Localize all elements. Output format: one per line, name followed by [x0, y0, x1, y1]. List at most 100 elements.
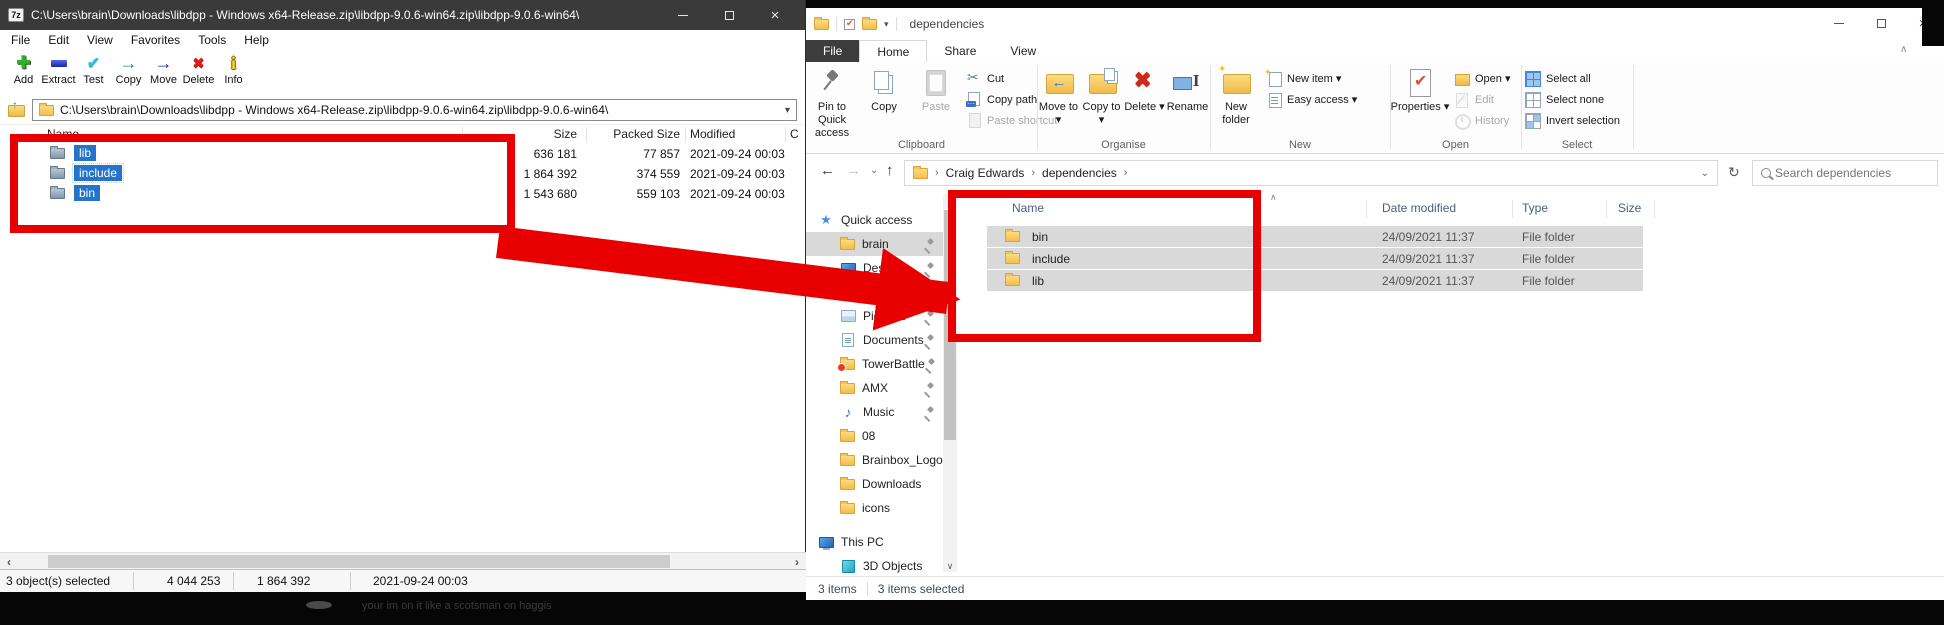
ribbon-tab[interactable]: Home	[859, 40, 927, 62]
file-row-name[interactable]: lib	[1032, 274, 1044, 288]
menu-item[interactable]: File	[2, 33, 39, 47]
ribbon-big-button[interactable]: Copy to ▾	[1080, 65, 1123, 127]
ribbon-big-button[interactable]: New folder	[1210, 65, 1262, 127]
address-input[interactable]: C:\Users\brain\Downloads\libdpp - Window…	[32, 99, 797, 121]
forward-icon[interactable]: →	[846, 162, 861, 179]
search-input[interactable]	[1775, 166, 1905, 180]
column-divider[interactable]	[462, 127, 463, 142]
column-divider[interactable]	[1512, 200, 1513, 218]
sidebar-item[interactable]: AMX	[806, 376, 943, 400]
toolbar-button[interactable]: Delete	[181, 52, 216, 86]
column-divider[interactable]	[685, 127, 686, 142]
scroll-left-icon[interactable]: ‹	[1, 554, 17, 569]
menu-item[interactable]: View	[78, 33, 122, 47]
file-row-name[interactable]: bin	[1032, 230, 1048, 244]
search-box[interactable]	[1752, 160, 1938, 186]
ribbon-big-button[interactable]: Delete ▾	[1123, 65, 1166, 127]
sidebar-item[interactable]: icons	[806, 496, 943, 520]
minimize-button[interactable]	[660, 0, 706, 30]
close-button[interactable]: ×	[752, 0, 798, 30]
sidebar-item[interactable]: 08	[806, 424, 943, 448]
column-header-name[interactable]: Name	[47, 127, 79, 141]
ribbon-small-button[interactable]: Select all	[1525, 69, 1620, 88]
sidebar-item[interactable]: Desktop	[806, 256, 943, 280]
column-header-date-modified[interactable]: Date modified	[1382, 201, 1456, 215]
ribbon-small-button[interactable]: History	[1454, 111, 1511, 130]
ribbon-small-button[interactable]: New item ▾	[1266, 69, 1357, 88]
sidebar-item[interactable]: Brainbox_Logo	[806, 448, 943, 472]
sidebar-item[interactable]: Downloads	[806, 280, 943, 304]
file-row-name[interactable]: include	[1032, 252, 1070, 266]
column-header-packed-size[interactable]: Packed Size	[580, 127, 680, 141]
sidebar-item[interactable]: Documents	[806, 328, 943, 352]
scrollbar-thumb[interactable]	[48, 555, 670, 568]
sidebar-item[interactable]: Downloads	[806, 472, 943, 496]
explorer-titlebar[interactable]: ▾ dependencies ×	[806, 8, 1944, 40]
archive-row-name[interactable]: include	[74, 165, 122, 181]
sidebar-scrollbar[interactable]: ∧ ∨	[943, 194, 957, 572]
ribbon-small-button[interactable]: Edit	[1454, 90, 1511, 109]
ribbon-big-button[interactable]: Copy	[858, 65, 910, 140]
column-divider[interactable]	[1606, 200, 1607, 218]
column-divider[interactable]	[785, 127, 786, 142]
column-header-name[interactable]: Name	[1012, 201, 1044, 215]
properties-check-icon[interactable]	[844, 19, 855, 30]
toolbar-button[interactable]: Copy	[111, 52, 146, 86]
archive-row[interactable]: include 1 864 392 374 559 2021-09-24 00:…	[0, 164, 805, 184]
address-dropdown-icon[interactable]: ⌄	[1701, 168, 1709, 179]
horizontal-scrollbar[interactable]: ‹ ›	[0, 552, 806, 569]
column-divider[interactable]	[1366, 200, 1367, 218]
breadcrumb-item[interactable]: Craig Edwards	[946, 166, 1025, 180]
ribbon-big-button[interactable]: Pin to Quick access	[806, 65, 858, 140]
sidebar-item[interactable]: TowerBattle	[806, 352, 943, 376]
column-divider[interactable]	[1654, 200, 1655, 218]
back-icon[interactable]: ←	[820, 162, 835, 179]
scrollbar-thumb[interactable]	[944, 210, 956, 440]
menu-item[interactable]: Tools	[189, 33, 235, 47]
archive-row-name[interactable]: lib	[74, 145, 96, 161]
minimize-button[interactable]	[1818, 8, 1860, 38]
customize-toolbar-icon[interactable]: ▾	[884, 19, 889, 30]
toolbar-button[interactable]: Info	[216, 52, 251, 86]
ribbon-small-button[interactable]: Open ▾	[1454, 69, 1511, 88]
column-header-size[interactable]: Size	[1618, 201, 1641, 215]
ribbon-big-button[interactable]: Move to ▾	[1037, 65, 1080, 127]
toolbar-button[interactable]: Extract	[41, 52, 76, 86]
ribbon-big-button[interactable]: Paste	[910, 65, 962, 140]
address-breadcrumb[interactable]: › Craig Edwards › dependencies › ⌄	[904, 160, 1718, 186]
breadcrumb-separator[interactable]: ›	[1031, 167, 1035, 179]
archive-row[interactable]: bin 1 543 680 559 103 2021-09-24 00:03	[0, 184, 805, 204]
column-header-size[interactable]: Size	[470, 127, 577, 141]
archive-row-name[interactable]: bin	[74, 185, 100, 201]
menu-item[interactable]: Edit	[39, 33, 78, 47]
sidebar-item[interactable]: This PC	[806, 530, 943, 554]
toolbar-button[interactable]: Test	[76, 52, 111, 86]
ribbon-small-button[interactable]: Invert selection	[1525, 111, 1620, 130]
sevenzip-titlebar[interactable]: 7z C:\Users\brain\Downloads\libdpp - Win…	[0, 0, 805, 30]
column-header-created-cut[interactable]: C	[790, 127, 799, 141]
sidebar-item[interactable]: Quick access	[806, 208, 943, 232]
ribbon-tab[interactable]: File	[806, 40, 859, 62]
sidebar-item[interactable]: Music	[806, 400, 943, 424]
sidebar-item[interactable]: Pictures	[806, 304, 943, 328]
parent-folder-icon[interactable]	[8, 104, 25, 117]
recent-locations-icon[interactable]: ⌄	[870, 165, 878, 176]
scroll-down-icon[interactable]: ∨	[943, 560, 957, 572]
up-icon[interactable]: ↑	[886, 162, 894, 179]
file-row[interactable]: lib 24/09/2021 11:37 File folder	[957, 270, 1944, 292]
ribbon-big-button[interactable]: Properties ▾	[1390, 65, 1450, 114]
collapse-ribbon-icon[interactable]: ∧	[1900, 44, 1907, 55]
column-divider[interactable]	[586, 127, 587, 142]
ribbon-tab[interactable]: View	[993, 40, 1053, 62]
scroll-up-icon[interactable]: ∧	[943, 194, 957, 206]
ribbon-tab[interactable]: Share	[927, 40, 993, 62]
maximize-button[interactable]	[1860, 8, 1902, 38]
ribbon-small-button[interactable]: Easy access ▾	[1266, 90, 1357, 109]
maximize-button[interactable]	[706, 0, 752, 30]
sidebar-item[interactable]: brain	[806, 232, 943, 256]
file-row[interactable]: include 24/09/2021 11:37 File folder	[957, 248, 1944, 270]
chevron-down-icon[interactable]: ▾	[785, 105, 790, 116]
ribbon-big-button[interactable]: Rename	[1166, 65, 1209, 127]
column-header-type[interactable]: Type	[1522, 201, 1548, 215]
menu-item[interactable]: Favorites	[122, 33, 189, 47]
